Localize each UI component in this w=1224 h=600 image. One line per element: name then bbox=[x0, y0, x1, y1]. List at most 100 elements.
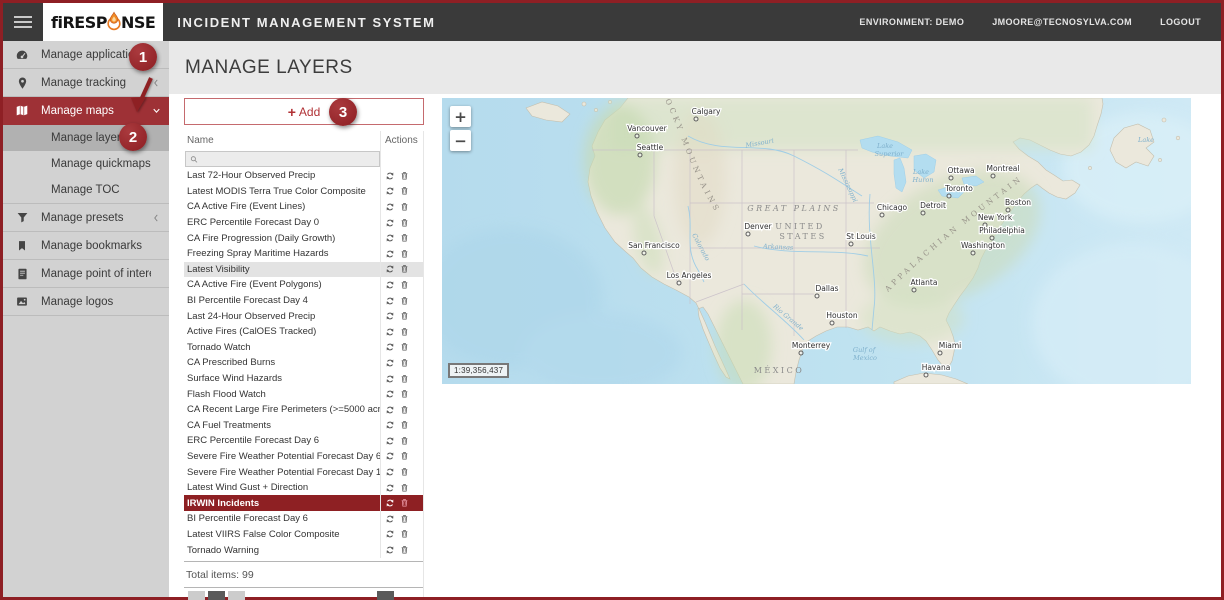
table-row[interactable]: CA Prescribed Burns bbox=[184, 355, 423, 371]
table-row[interactable]: Latest VIIRS False Color Composite bbox=[184, 527, 423, 543]
delete-icon[interactable] bbox=[400, 451, 409, 461]
zoom-out-button[interactable]: − bbox=[450, 130, 471, 151]
plus-icon: + bbox=[288, 105, 296, 119]
sidebar-item-manage-bookmarks[interactable]: Manage bookmarks bbox=[3, 232, 169, 260]
refresh-icon[interactable] bbox=[385, 202, 395, 212]
search-input[interactable] bbox=[201, 153, 375, 165]
delete-icon[interactable] bbox=[400, 202, 409, 212]
table-row[interactable]: CA Active Fire (Event Lines) bbox=[184, 199, 423, 215]
table-row[interactable]: Severe Fire Weather Potential Forecast D… bbox=[184, 449, 423, 465]
delete-icon[interactable] bbox=[400, 233, 409, 243]
table-row[interactable]: BI Percentile Forecast Day 6 bbox=[184, 511, 423, 527]
delete-icon[interactable] bbox=[400, 358, 409, 368]
refresh-icon[interactable] bbox=[385, 218, 395, 228]
delete-icon[interactable] bbox=[400, 249, 409, 259]
column-header-actions: Actions bbox=[380, 131, 423, 150]
refresh-icon[interactable] bbox=[385, 249, 395, 259]
table-row[interactable]: IRWIN Incidents bbox=[184, 495, 423, 511]
refresh-icon[interactable] bbox=[385, 545, 395, 555]
table-row[interactable]: ERC Percentile Forecast Day 6 bbox=[184, 433, 423, 449]
refresh-icon[interactable] bbox=[385, 233, 395, 243]
refresh-icon[interactable] bbox=[385, 358, 395, 368]
table-row[interactable]: Freezing Spray Maritime Hazards bbox=[184, 246, 423, 262]
page-button-current[interactable] bbox=[208, 591, 225, 600]
refresh-icon[interactable] bbox=[385, 483, 395, 493]
table-row[interactable]: Flash Flood Watch bbox=[184, 386, 423, 402]
delete-icon[interactable] bbox=[400, 186, 409, 196]
page-button[interactable] bbox=[188, 591, 205, 600]
table-row[interactable]: Active Fires (CalOES Tracked) bbox=[184, 324, 423, 340]
sidebar-item-manage-quickmaps[interactable]: Manage quickmaps bbox=[3, 151, 169, 177]
refresh-icon[interactable] bbox=[385, 498, 395, 508]
refresh-icon[interactable] bbox=[385, 171, 395, 181]
table-row[interactable]: Tornado Warning bbox=[184, 542, 423, 558]
refresh-icon[interactable] bbox=[385, 405, 395, 415]
table-row[interactable]: Surface Wind Hazards bbox=[184, 371, 423, 387]
delete-icon[interactable] bbox=[400, 218, 409, 228]
delete-icon[interactable] bbox=[400, 296, 409, 306]
table-row[interactable]: Latest Wind Gust + Direction bbox=[184, 480, 423, 496]
delete-icon[interactable] bbox=[400, 327, 409, 337]
sidebar-item-manage-presets[interactable]: Manage presets bbox=[3, 204, 169, 232]
delete-icon[interactable] bbox=[400, 483, 409, 493]
refresh-icon[interactable] bbox=[385, 420, 395, 430]
table-row[interactable]: CA Fire Progression (Daily Growth) bbox=[184, 230, 423, 246]
zoom-in-button[interactable]: + bbox=[450, 106, 471, 127]
table-row[interactable]: CA Active Fire (Event Polygons) bbox=[184, 277, 423, 293]
delete-icon[interactable] bbox=[400, 264, 409, 274]
refresh-icon[interactable] bbox=[385, 529, 395, 539]
refresh-icon[interactable] bbox=[385, 436, 395, 446]
table-row[interactable]: CA Recent Large Fire Perimeters (>=5000 … bbox=[184, 402, 423, 418]
delete-icon[interactable] bbox=[400, 374, 409, 384]
refresh-icon[interactable] bbox=[385, 327, 395, 337]
logout-button[interactable]: LOGOUT bbox=[1160, 17, 1201, 27]
sidebar-item-manage-point-of-interest[interactable]: Manage point of interest bbox=[3, 260, 169, 288]
table-row[interactable]: Latest MODIS Terra True Color Composite bbox=[184, 184, 423, 200]
delete-icon[interactable] bbox=[400, 311, 409, 321]
annotation-badge-3: 3 bbox=[329, 98, 357, 126]
delete-icon[interactable] bbox=[400, 545, 409, 555]
refresh-icon[interactable] bbox=[385, 311, 395, 321]
delete-icon[interactable] bbox=[400, 467, 409, 477]
annotation-badge-2: 2 bbox=[119, 123, 147, 151]
table-row[interactable]: BI Percentile Forecast Day 4 bbox=[184, 293, 423, 309]
table-row[interactable]: Last 24-Hour Observed Precip bbox=[184, 308, 423, 324]
pin-icon bbox=[3, 76, 41, 90]
delete-icon[interactable] bbox=[400, 280, 409, 290]
refresh-icon[interactable] bbox=[385, 264, 395, 274]
refresh-icon[interactable] bbox=[385, 451, 395, 461]
delete-icon[interactable] bbox=[400, 405, 409, 415]
sidebar-item-manage-logos[interactable]: Manage logos bbox=[3, 288, 169, 316]
map-canvas[interactable]: ROCKY MOUNTAINS APPALACHIAN MOUNTAINS Mi… bbox=[442, 98, 1191, 384]
table-row[interactable]: ERC Percentile Forecast Day 0 bbox=[184, 215, 423, 231]
refresh-icon[interactable] bbox=[385, 514, 395, 524]
table-row[interactable]: CA Fuel Treatments bbox=[184, 418, 423, 434]
refresh-icon[interactable] bbox=[385, 467, 395, 477]
add-layer-button[interactable]: + Add bbox=[184, 98, 424, 125]
table-row[interactable]: Severe Fire Weather Potential Forecast D… bbox=[184, 464, 423, 480]
delete-icon[interactable] bbox=[400, 342, 409, 352]
layer-name: Flash Flood Watch bbox=[184, 389, 380, 400]
delete-icon[interactable] bbox=[400, 529, 409, 539]
hamburger-menu-icon[interactable] bbox=[3, 3, 43, 41]
refresh-icon[interactable] bbox=[385, 296, 395, 306]
map-water-label: Mexico bbox=[852, 354, 877, 362]
sidebar-item-manage-toc[interactable]: Manage TOC bbox=[3, 177, 169, 203]
delete-icon[interactable] bbox=[400, 420, 409, 430]
refresh-icon[interactable] bbox=[385, 280, 395, 290]
map-city-label: Monterrey bbox=[792, 341, 831, 350]
refresh-icon[interactable] bbox=[385, 389, 395, 399]
page-button[interactable] bbox=[228, 591, 245, 600]
delete-icon[interactable] bbox=[400, 171, 409, 181]
table-row[interactable]: Tornado Watch bbox=[184, 340, 423, 356]
page-button-last[interactable] bbox=[377, 591, 394, 600]
delete-icon[interactable] bbox=[400, 436, 409, 446]
refresh-icon[interactable] bbox=[385, 342, 395, 352]
refresh-icon[interactable] bbox=[385, 186, 395, 196]
delete-icon[interactable] bbox=[400, 498, 409, 508]
table-row[interactable]: Latest Visibility bbox=[184, 262, 423, 278]
refresh-icon[interactable] bbox=[385, 374, 395, 384]
delete-icon[interactable] bbox=[400, 514, 409, 524]
delete-icon[interactable] bbox=[400, 389, 409, 399]
table-row[interactable]: Last 72-Hour Observed Precip bbox=[184, 168, 423, 184]
